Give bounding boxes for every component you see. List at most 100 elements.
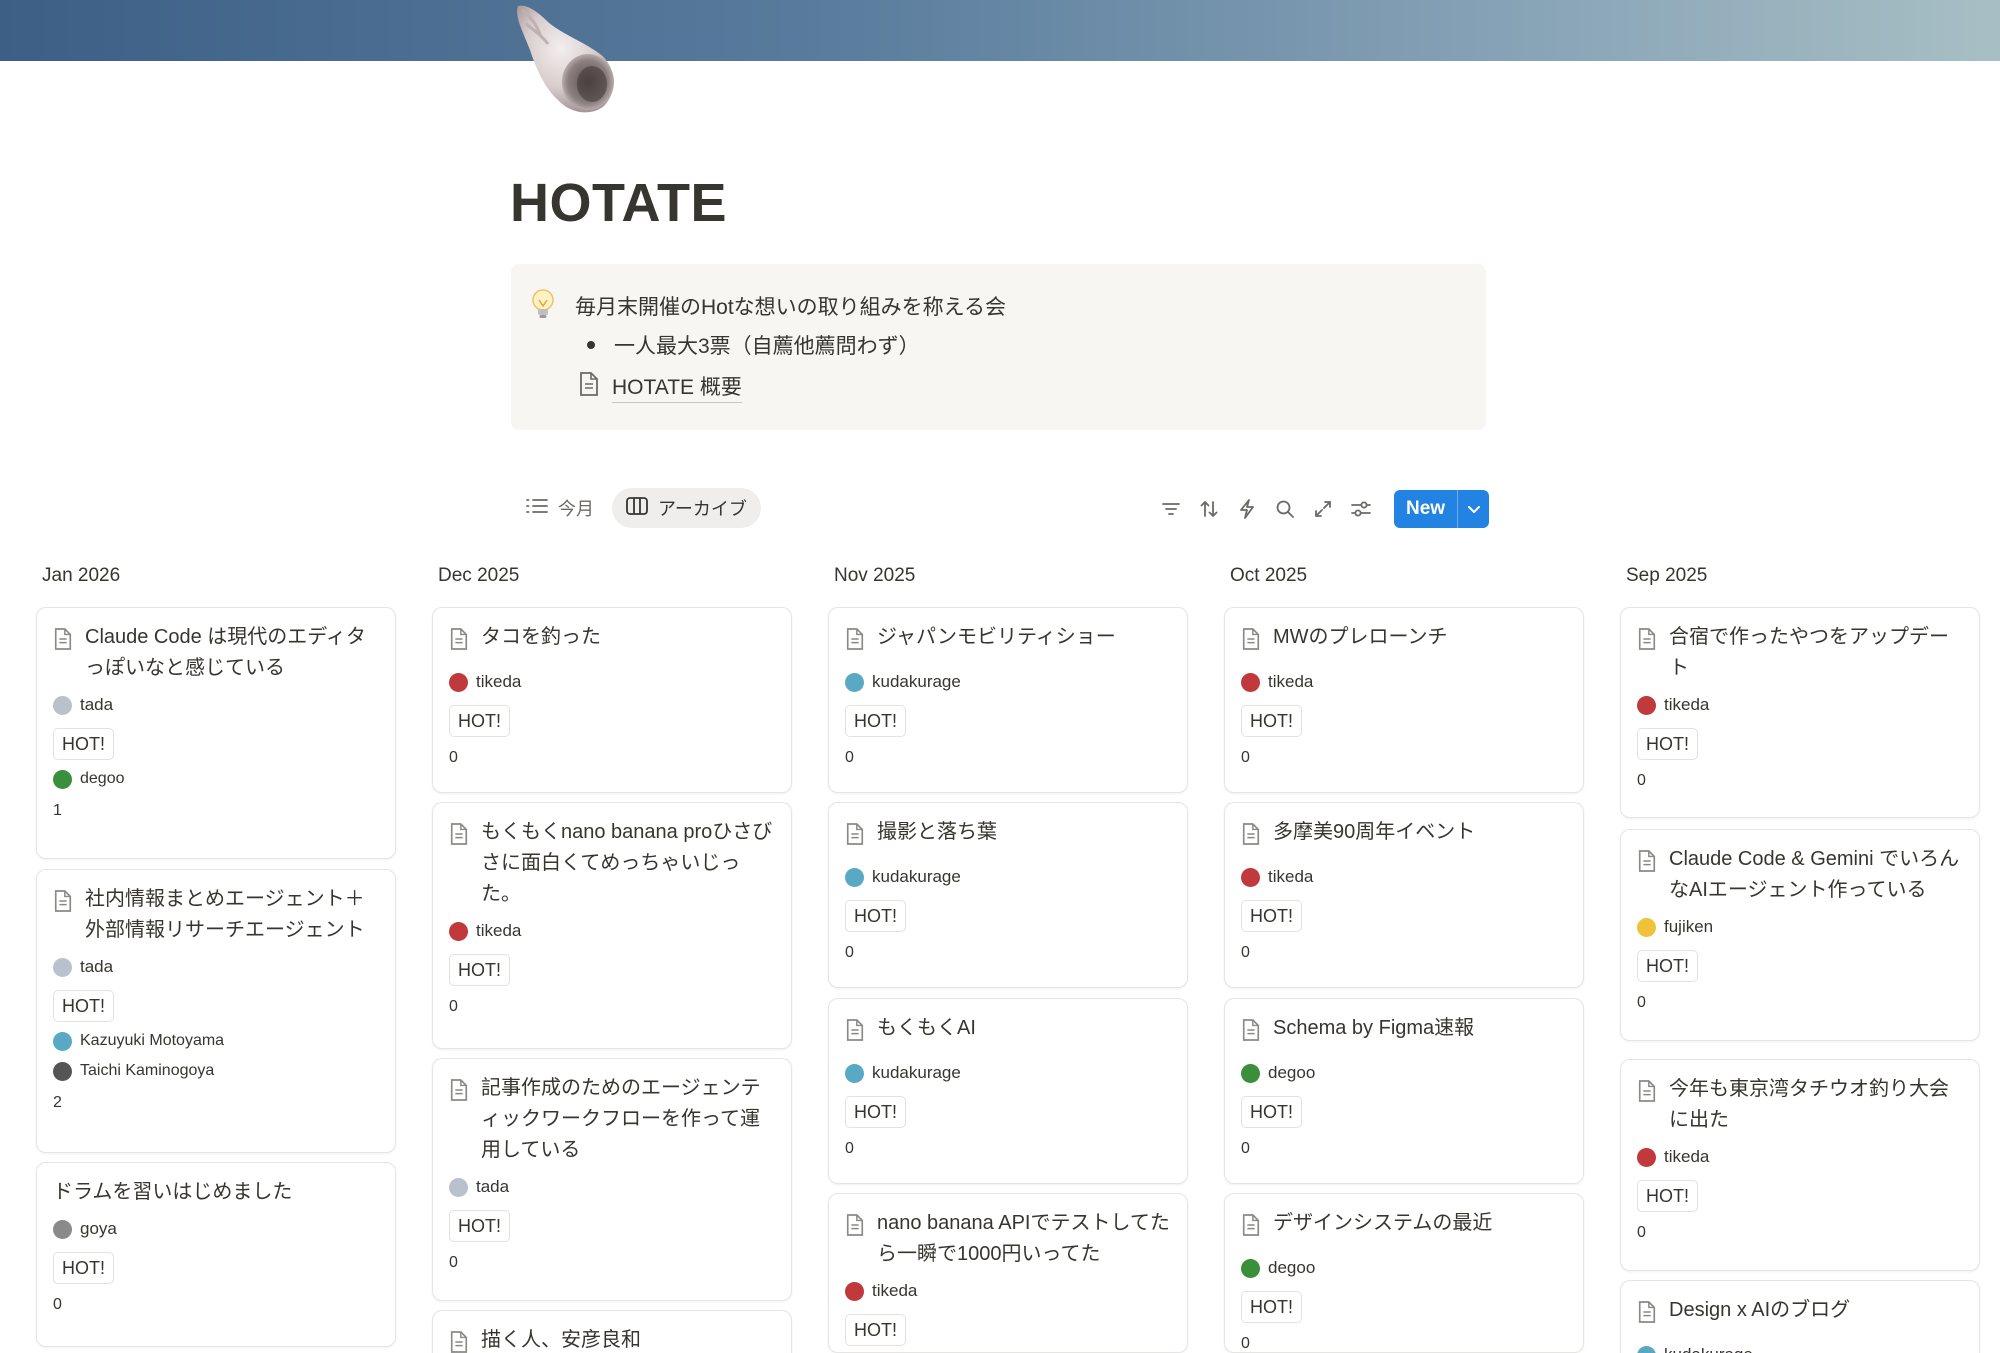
tag-wrap: HOT! <box>1241 1279 1567 1323</box>
board-card[interactable]: MWのプレローンチ tikeda HOT! 0 <box>1224 607 1584 793</box>
vote-count: 0 <box>1637 1224 1646 1241</box>
column-header[interactable]: Sep 2025 <box>1620 560 1980 592</box>
board-card[interactable]: 今年も東京湾タチウオ釣り大会に出た tikeda HOT! 0 <box>1620 1059 1980 1271</box>
settings-icon[interactable] <box>1342 490 1380 528</box>
callout-page-link[interactable]: HOTATE 概要 <box>578 371 742 403</box>
card-author[interactable]: kudakurage <box>845 866 1171 888</box>
card-title[interactable]: デザインシステムの最近 <box>1241 1208 1567 1247</box>
vote-count: 0 <box>449 749 458 766</box>
expand-icon[interactable] <box>1304 490 1342 528</box>
hot-tag: HOT! <box>53 1252 114 1284</box>
kanban-board: Jan 2026 Claude Code は現代のエディタっぽいなと感じている ta… <box>36 560 2000 1353</box>
card-author[interactable]: kudakurage <box>845 1062 1171 1084</box>
card-author[interactable]: tikeda <box>1241 671 1567 693</box>
page-icon <box>1637 1300 1657 1334</box>
card-author[interactable]: kudakurage <box>1637 1344 1963 1353</box>
board-card[interactable]: Schema by Figma速報 degoo HOT! 0 <box>1224 998 1584 1184</box>
column-header[interactable]: Dec 2025 <box>432 560 792 592</box>
card-title[interactable]: もくもくnano banana proひさびさに面白くてめっちゃいじった。 <box>449 817 775 910</box>
card-voter[interactable]: Taichi Kaminogoya <box>53 1060 379 1082</box>
callout-link-label[interactable]: HOTATE 概要 <box>612 371 742 403</box>
board-card[interactable]: 合宿で作ったやつをアップデート tikeda HOT! 0 <box>1620 607 1980 818</box>
card-voter[interactable]: degoo <box>53 768 379 790</box>
card-title[interactable]: 撮影と落ち葉 <box>845 817 1171 856</box>
page-title[interactable]: HOTATE <box>510 172 727 234</box>
card-author[interactable]: tada <box>53 956 379 978</box>
column-header[interactable]: Oct 2025 <box>1224 560 1584 592</box>
page-icon <box>845 1213 865 1247</box>
hot-tag: HOT! <box>1241 1291 1302 1323</box>
tab-this-month[interactable]: 今月 <box>512 488 608 528</box>
card-title[interactable]: 今年も東京湾タチウオ釣り大会に出た <box>1637 1074 1963 1136</box>
card-voter[interactable]: Kazuyuki Motoyama <box>53 1030 379 1052</box>
tag-wrap: HOT! <box>845 888 1171 932</box>
card-title[interactable]: 描く人、安彦良和 <box>449 1325 775 1353</box>
card-author[interactable]: tada <box>449 1176 775 1198</box>
card-author[interactable]: tikeda <box>449 920 775 942</box>
avatar <box>1241 1063 1260 1083</box>
card-author[interactable]: tada <box>53 694 379 716</box>
card-title[interactable]: Design x AIのブログ <box>1637 1295 1963 1334</box>
card-title[interactable]: Schema by Figma速報 <box>1241 1013 1567 1052</box>
card-title[interactable]: 合宿で作ったやつをアップデート <box>1637 622 1963 684</box>
card-author[interactable]: tikeda <box>1241 866 1567 888</box>
author-name: tikeda <box>1664 695 1710 714</box>
page-cover[interactable] <box>0 0 2000 61</box>
tab-archive[interactable]: アーカイブ <box>612 488 761 528</box>
author-name: kudakurage <box>872 1063 961 1082</box>
column-header[interactable]: Nov 2025 <box>828 560 1188 592</box>
board-card[interactable]: もくもくnano banana proひさびさに面白くてめっちゃいじった。 tik… <box>432 802 792 1049</box>
board-card[interactable]: 描く人、安彦良和 <box>432 1310 792 1353</box>
card-author[interactable]: tikeda <box>1637 694 1963 716</box>
new-button[interactable]: New <box>1394 490 1490 528</box>
card-title[interactable]: Claude Code は現代のエディタっぽいなと感じている <box>53 622 379 684</box>
avatar <box>845 672 864 692</box>
board-card[interactable]: デザインシステムの最近 degoo HOT! 0 <box>1224 1193 1584 1353</box>
new-button-label[interactable]: New <box>1394 490 1457 528</box>
filter-icon[interactable] <box>1152 490 1190 528</box>
card-title[interactable]: 社内情報まとめエージェント＋外部情報リサーチエージェント <box>53 884 379 946</box>
card-title[interactable]: もくもくAI <box>845 1013 1171 1052</box>
board-card[interactable]: ドラムを習いはじめました goya HOT! 0 <box>36 1162 396 1347</box>
card-title[interactable]: Claude Code & Gemini でいろんなAIエージェント作っている <box>1637 844 1963 906</box>
chevron-down-icon[interactable] <box>1457 490 1489 528</box>
author-name: degoo <box>1268 1258 1316 1277</box>
card-title[interactable]: 記事作成のためのエージェンティックワークフローを作って運用している <box>449 1073 775 1166</box>
board-card[interactable]: Claude Code は現代のエディタっぽいなと感じている tada HOT! de… <box>36 607 396 859</box>
card-title[interactable]: ジャパンモビリティショー <box>845 622 1171 661</box>
board-card[interactable]: Design x AIのブログ kudakurage <box>1620 1280 1980 1353</box>
board-card[interactable]: Claude Code & Gemini でいろんなAIエージェント作っている f… <box>1620 829 1980 1041</box>
column-header[interactable]: Jan 2026 <box>36 560 396 592</box>
board-card[interactable]: 社内情報まとめエージェント＋外部情報リサーチエージェント tada HOT! Kazu… <box>36 869 396 1153</box>
board-card[interactable]: 記事作成のためのエージェンティックワークフローを作って運用している tada HOT… <box>432 1058 792 1301</box>
board-card[interactable]: もくもくAI kudakurage HOT! 0 <box>828 998 1188 1184</box>
card-author[interactable]: kudakurage <box>845 671 1171 693</box>
page-icon <box>845 627 865 661</box>
board-card[interactable]: タコを釣った tikeda HOT! 0 <box>432 607 792 793</box>
card-author[interactable]: tikeda <box>845 1280 1171 1302</box>
card-author[interactable]: fujiken <box>1637 916 1963 938</box>
callout-block[interactable]: 毎月末開催のHotな想いの取り組みを称える会 一人最大3票（自薦他薦問わず） H… <box>511 264 1486 430</box>
tag-wrap: HOT! <box>1241 1084 1567 1128</box>
card-title[interactable]: タコを釣った <box>449 622 775 661</box>
hot-tag: HOT! <box>53 728 114 760</box>
callout-bullet-text: 一人最大3票（自薦他薦問わず） <box>614 335 920 358</box>
shell-icon[interactable] <box>512 2 622 114</box>
board-card[interactable]: nano banana APIでテストしてたら一瞬で1000円いってた tiked… <box>828 1193 1188 1353</box>
board-card[interactable]: ジャパンモビリティショー kudakurage HOT! 0 <box>828 607 1188 793</box>
card-author[interactable]: degoo <box>1241 1257 1567 1279</box>
card-author[interactable]: degoo <box>1241 1062 1567 1084</box>
card-title[interactable]: 多摩美90周年イベント <box>1241 817 1567 856</box>
board-card[interactable]: 撮影と落ち葉 kudakurage HOT! 0 <box>828 802 1188 988</box>
card-author[interactable]: tikeda <box>449 671 775 693</box>
sort-icon[interactable] <box>1190 490 1228 528</box>
card-author[interactable]: goya <box>53 1218 379 1240</box>
search-icon[interactable] <box>1266 490 1304 528</box>
card-title[interactable]: MWのプレローンチ <box>1241 622 1567 661</box>
card-title[interactable]: ドラムを習いはじめました <box>53 1177 379 1208</box>
card-title[interactable]: nano banana APIでテストしてたら一瞬で1000円いってた <box>845 1208 1171 1270</box>
author-name: tikeda <box>1664 1147 1710 1166</box>
card-author[interactable]: tikeda <box>1637 1146 1963 1168</box>
automation-icon[interactable] <box>1228 490 1266 528</box>
board-card[interactable]: 多摩美90周年イベント tikeda HOT! 0 <box>1224 802 1584 988</box>
